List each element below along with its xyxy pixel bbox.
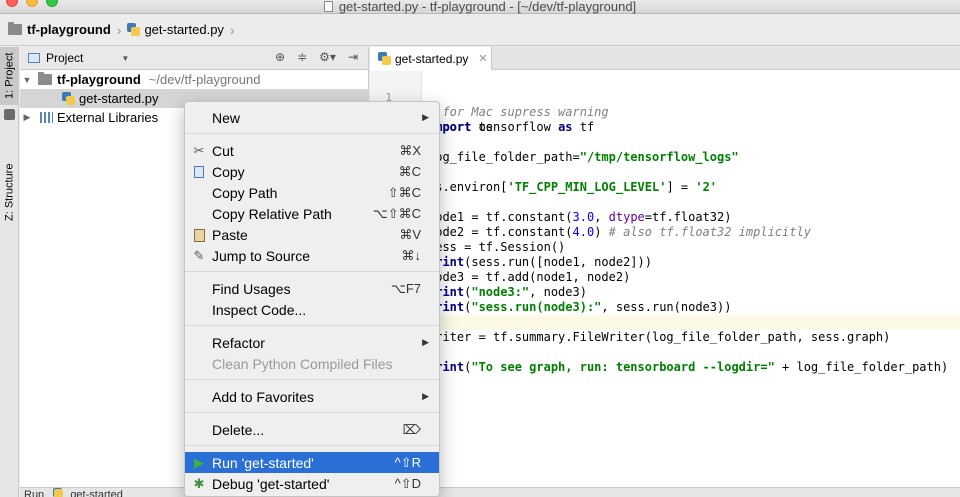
folder-icon bbox=[8, 22, 22, 35]
collapsed-triangle-icon[interactable]: ▶ bbox=[20, 112, 34, 123]
hide-panel-icon[interactable]: ⇥ bbox=[348, 50, 358, 64]
run-icon: ▶ bbox=[194, 455, 204, 470]
python-file-icon bbox=[53, 488, 64, 497]
window-title: get-started.py - tf-playground - [~/dev/… bbox=[0, 0, 960, 14]
menu-item-new[interactable]: New ▶ bbox=[185, 107, 439, 128]
menu-separator bbox=[185, 133, 439, 134]
code-editor[interactable]: get-started.py ✕ 1 # for Mac supress war… bbox=[370, 47, 960, 487]
breadcrumb-project[interactable]: tf-playground bbox=[8, 22, 111, 37]
code-line[interactable]: print("To see graph, run: tensorboard --… bbox=[370, 345, 960, 374]
bug-icon: ✱ bbox=[193, 476, 205, 491]
context-menu: New ▶ ✂ Cut ⌘X Copy ⌘C Copy Path ⇧⌘C Cop… bbox=[184, 101, 440, 497]
menu-separator bbox=[185, 325, 439, 326]
python-file-icon bbox=[127, 23, 141, 36]
menu-item-copy[interactable]: Copy ⌘C bbox=[185, 161, 439, 182]
submenu-arrow-icon: ▶ bbox=[422, 112, 429, 122]
editor-tab-get-started[interactable]: get-started.py ✕ bbox=[370, 47, 492, 70]
code-line[interactable]: node2 = tf.constant(4.0) # also tf.float… bbox=[370, 210, 960, 239]
code-line[interactable]: print("node3:", node3) bbox=[370, 270, 960, 299]
tree-root[interactable]: ▼ tf-playground ~/dev/tf-playground bbox=[20, 70, 369, 89]
code-line[interactable]: 1 # for Mac supress warning bbox=[370, 75, 960, 119]
editor-tab-bar: get-started.py ✕ bbox=[370, 47, 960, 70]
menu-item-delete[interactable]: Delete... ⌦ bbox=[185, 419, 439, 440]
code-line[interactable]: sess = tf.Session() bbox=[370, 225, 960, 254]
code-line[interactable]: print(sess.run([node1, node2])) bbox=[370, 240, 960, 269]
document-icon bbox=[323, 1, 333, 12]
pencil-icon: ✎ bbox=[193, 248, 205, 263]
python-file-icon bbox=[62, 92, 75, 105]
breadcrumb-separator-icon: › bbox=[229, 21, 235, 38]
menu-separator bbox=[185, 412, 439, 413]
title-bar: get-started.py - tf-playground - [~/dev/… bbox=[0, 0, 960, 14]
expanded-triangle-icon[interactable]: ▼ bbox=[20, 75, 34, 85]
code-line[interactable]: node1 = tf.constant(3.0, dtype=tf.float3… bbox=[370, 195, 960, 224]
project-panel-header: Project ▼ ⊕ ≑ ⚙▾ ⇥ bbox=[20, 47, 368, 70]
panel-toolbar: ⊕ ≑ ⚙▾ ⇥ bbox=[275, 50, 358, 64]
menu-item-cut[interactable]: ✂ Cut ⌘X bbox=[185, 140, 439, 161]
menu-item-jump-to-source[interactable]: ✎ Jump to Source ⌘↓ bbox=[185, 245, 439, 266]
menu-item-add-to-favorites[interactable]: Add to Favorites ▶ bbox=[185, 386, 439, 407]
settings-gear-icon[interactable]: ⚙▾ bbox=[319, 50, 336, 64]
project-icon bbox=[28, 53, 40, 63]
menu-item-run[interactable]: ▶ Run 'get-started' ^⇧R bbox=[185, 452, 439, 473]
navigation-bar: tf-playground › get-started.py › bbox=[0, 14, 960, 46]
project-view-selector[interactable]: Project bbox=[46, 51, 83, 65]
bottom-run-bar: Run get-started bbox=[20, 487, 960, 497]
scroll-from-source-icon[interactable]: ⊕ bbox=[275, 50, 285, 64]
tool-window-icon[interactable] bbox=[4, 109, 15, 120]
menu-item-inspect-code[interactable]: Inspect Code... bbox=[185, 299, 439, 320]
code-line[interactable]: import tensorflow as tf bbox=[370, 105, 960, 134]
menu-item-clean-compiled-files: Clean Python Compiled Files bbox=[212, 355, 393, 372]
left-tool-strip: 1: Project Z: Structure bbox=[0, 47, 19, 497]
project-tool-tab[interactable]: 1: Project bbox=[0, 47, 19, 105]
menu-separator bbox=[185, 445, 439, 446]
code-line[interactable]: os.environ['TF_CPP_MIN_LOG_LEVEL'] = '2' bbox=[370, 165, 960, 194]
scissors-icon: ✂ bbox=[193, 143, 205, 158]
code-line[interactable]: log_file_folder_path="/tmp/tensorflow_lo… bbox=[370, 135, 960, 164]
libraries-icon bbox=[40, 112, 53, 123]
code-line-current[interactable]: writer = tf.summary.FileWriter(log_file_… bbox=[370, 315, 960, 344]
close-tab-icon[interactable]: ✕ bbox=[478, 52, 487, 65]
collapse-all-icon[interactable]: ≑ bbox=[297, 50, 307, 64]
submenu-arrow-icon: ▶ bbox=[422, 337, 429, 347]
clipboard-icon bbox=[191, 227, 207, 243]
menu-separator bbox=[185, 271, 439, 272]
code-line[interactable]: node3 = tf.add(node1, node2) bbox=[370, 255, 960, 284]
breadcrumb-separator-icon: › bbox=[116, 21, 122, 38]
code-line[interactable]: print("sess.run(node3):", sess.run(node3… bbox=[370, 285, 960, 314]
breadcrumb-file[interactable]: get-started.py bbox=[127, 22, 224, 37]
menu-item-copy-path[interactable]: Copy Path ⇧⌘C bbox=[185, 182, 439, 203]
python-file-icon bbox=[378, 52, 391, 65]
menu-item-paste[interactable]: Paste ⌘V bbox=[185, 224, 439, 245]
submenu-arrow-icon: ▶ bbox=[422, 391, 429, 401]
folder-icon bbox=[38, 72, 52, 85]
menu-item-refactor[interactable]: Refactor ▶ bbox=[185, 332, 439, 353]
menu-item-copy-relative-path[interactable]: Copy Relative Path ⌥⇧⌘C bbox=[185, 203, 439, 224]
copy-icon bbox=[191, 164, 207, 180]
structure-tool-tab[interactable]: Z: Structure bbox=[0, 137, 19, 247]
menu-item-debug[interactable]: ✱ Debug 'get-started' ^⇧D bbox=[185, 473, 439, 494]
menu-separator bbox=[185, 379, 439, 380]
menu-item-find-usages[interactable]: Find Usages ⌥F7 bbox=[185, 278, 439, 299]
dropdown-arrow-icon[interactable]: ▼ bbox=[121, 54, 129, 63]
code-line[interactable]: 2 import os bbox=[370, 90, 960, 134]
